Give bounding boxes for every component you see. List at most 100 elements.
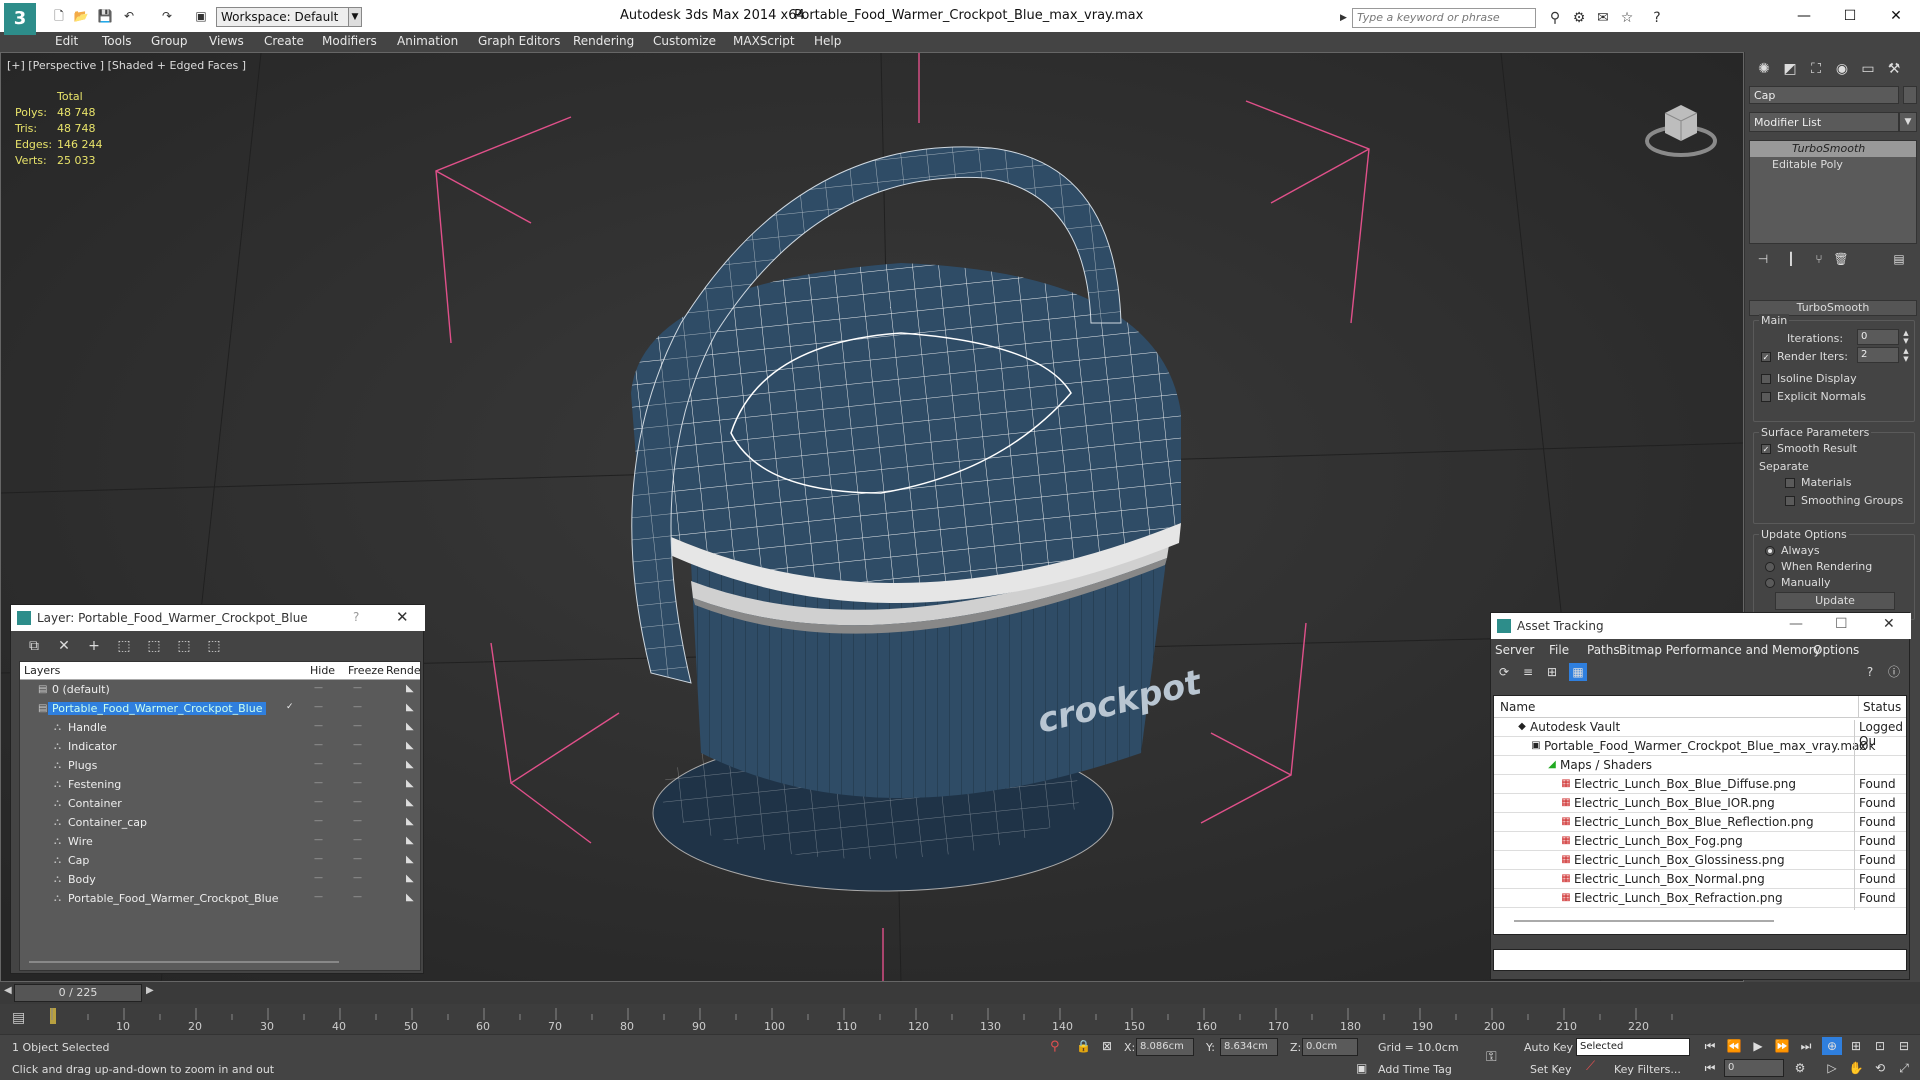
key-mode-toggle-icon[interactable]: ⏮ (1700, 1059, 1720, 1077)
asset-menu-server[interactable]: Server (1495, 643, 1534, 657)
stack-item-turbosmooth[interactable]: TurboSmooth (1750, 141, 1916, 157)
track-bar[interactable]: ▤ 10 20 30 40 50 60 70 80 90 100 110 120… (0, 1004, 1920, 1034)
orbit-icon[interactable]: ⟲ (1870, 1059, 1890, 1077)
chevron-right-icon[interactable]: ▶ (146, 985, 154, 996)
always-radio[interactable] (1765, 546, 1775, 556)
chevron-down-icon[interactable]: ▼ (348, 7, 362, 27)
object-name-field[interactable]: Cap (1749, 86, 1899, 104)
auto-key-button[interactable]: Auto Key (1524, 1041, 1573, 1054)
set-key-icon[interactable]: ⟋ (1586, 1059, 1595, 1074)
play-icon[interactable]: ▶ (1748, 1037, 1768, 1055)
layer-dialog-titlebar[interactable]: Layer: Portable_Food_Warmer_Crockpot_Blu… (11, 605, 425, 631)
asset-row[interactable]: ▣ Portable_Food_Warmer_Crockpot_Blue_max_… (1494, 737, 1906, 758)
minimize-button[interactable]: — (1784, 4, 1824, 28)
lock-icon[interactable]: 🔒 (1076, 1039, 1091, 1053)
menu-help[interactable]: Help (814, 34, 841, 48)
chevron-down-icon[interactable]: ▼ (1899, 112, 1917, 132)
previous-frame-icon[interactable]: ⏪ (1724, 1037, 1744, 1055)
minimize-icon[interactable]: — (1789, 616, 1803, 632)
search-input[interactable]: Type a keyword or phrase (1352, 8, 1536, 28)
asset-row[interactable]: ◢ Maps / Shaders (1494, 756, 1906, 777)
help-icon[interactable]: ? (1861, 663, 1879, 681)
y-coordinate-field[interactable]: 8.634cm (1220, 1038, 1278, 1056)
column-name[interactable]: Name (1500, 700, 1535, 714)
motion-tab-icon[interactable]: ◉ (1831, 58, 1853, 80)
workspace-selector[interactable]: Workspace: Default (216, 7, 356, 27)
menu-tools[interactable]: Tools (102, 34, 132, 48)
curve-editor-icon[interactable]: ▤ (12, 1010, 25, 1026)
zoom-extents-all-icon[interactable]: ⊟ (1894, 1037, 1914, 1055)
asset-row[interactable]: ▦ Electric_Lunch_Box_Blue_Reflection.png F… (1494, 813, 1906, 834)
stack-item-editable-poly[interactable]: Editable Poly (1750, 157, 1916, 173)
utilities-tab-icon[interactable]: ⚒ (1883, 58, 1905, 80)
refresh-icon[interactable]: ⟳ (1495, 663, 1513, 681)
asset-menu-options[interactable]: Options (1813, 643, 1859, 657)
save-file-icon[interactable]: 💾 (96, 8, 114, 24)
update-button[interactable]: Update (1775, 592, 1895, 610)
time-tag-icon[interactable]: ▣ (1356, 1061, 1367, 1075)
maximize-icon[interactable]: ☐ (1835, 616, 1848, 632)
key-filters-button[interactable]: Key Filters... (1614, 1063, 1681, 1076)
asset-row[interactable]: ▦ Electric_Lunch_Box_Blue_IOR.png Found (1494, 794, 1906, 815)
menu-animation[interactable]: Animation (397, 34, 458, 48)
app-logo-icon[interactable]: 3 (4, 3, 36, 35)
list-view-icon[interactable]: ≡ (1519, 663, 1537, 681)
horizontal-scrollbar[interactable] (1514, 920, 1774, 922)
column-layers[interactable]: Layers (24, 664, 60, 677)
absolute-mode-icon[interactable]: ⊠ (1102, 1039, 1112, 1053)
menu-create[interactable]: Create (264, 34, 304, 48)
horizontal-scrollbar[interactable] (29, 961, 339, 963)
layer-row[interactable]: ⛬ Cap — — ◣ (20, 852, 420, 871)
spinner-arrows-icon[interactable]: ▲ ▼ (1901, 329, 1911, 345)
field-of-view-icon[interactable]: ▷ (1822, 1059, 1842, 1077)
table-view-icon[interactable]: ▦ (1569, 663, 1587, 681)
menu-views[interactable]: Views (209, 34, 244, 48)
asset-path-field[interactable] (1493, 949, 1907, 971)
modifier-list-dropdown[interactable]: Modifier List (1749, 112, 1899, 132)
layer-row[interactable]: ▤ Portable_Food_Warmer_Crockpot_Blue ✓ — — ◣ (20, 700, 420, 719)
explicit-normals-checkbox[interactable] (1761, 392, 1771, 402)
spinner-arrows-icon[interactable]: ▲ ▼ (1901, 347, 1911, 363)
asset-menu-file[interactable]: File (1549, 643, 1569, 657)
pan-icon[interactable]: ✋ (1846, 1059, 1866, 1077)
time-config-icon[interactable]: ⚙ (1790, 1059, 1810, 1077)
set-key-button[interactable]: Set Key (1530, 1063, 1572, 1076)
manually-radio[interactable] (1765, 578, 1775, 588)
asset-row[interactable]: ▦ Electric_Lunch_Box_Normal.png Found (1494, 870, 1906, 891)
menu-customize[interactable]: Customize (653, 34, 716, 48)
isoline-display-checkbox[interactable] (1761, 374, 1771, 384)
maximize-button[interactable]: ☐ (1830, 4, 1870, 28)
asset-menu-bitmap[interactable]: Bitmap Performance and Memory (1619, 643, 1821, 657)
menu-maxscript[interactable]: MAXScript (733, 34, 795, 48)
menu-rendering[interactable]: Rendering (573, 34, 634, 48)
menu-modifiers[interactable]: Modifiers (322, 34, 377, 48)
x-coordinate-field[interactable]: 8.086cm (1136, 1038, 1194, 1056)
freeze-all-layers-icon[interactable]: ⬚ (205, 637, 223, 655)
configure-sets-icon[interactable]: ▤ (1889, 252, 1909, 270)
layer-row[interactable]: ⛬ Body — — ◣ (20, 871, 420, 890)
viewport-label[interactable]: [+] [Perspective ] [Shaded + Edged Faces… (7, 59, 246, 72)
maximize-viewport-icon[interactable]: ⤢ (1894, 1059, 1914, 1077)
render-iters-spinner[interactable]: 2 (1857, 347, 1899, 363)
display-tab-icon[interactable]: ▭ (1857, 58, 1879, 80)
z-coordinate-field[interactable]: 0.0cm (1302, 1038, 1358, 1056)
make-unique-icon[interactable]: ⑂ (1809, 252, 1829, 270)
asset-menu-paths[interactable]: Paths (1587, 643, 1620, 657)
zoom-icon[interactable]: ⊕ (1822, 1037, 1842, 1055)
isolate-icon[interactable]: ⚲ (1050, 1039, 1060, 1054)
modify-tab-icon[interactable]: ◩ (1779, 58, 1801, 80)
when-rendering-radio[interactable] (1765, 562, 1775, 572)
render-iters-checkbox[interactable]: ✓ (1761, 352, 1771, 362)
layer-row[interactable]: ⛬ Plugs — — ◣ (20, 757, 420, 776)
help-icon[interactable]: ? (1648, 9, 1666, 27)
hide-all-layers-icon[interactable]: ⬚ (175, 637, 193, 655)
add-time-tag[interactable]: Add Time Tag (1378, 1063, 1452, 1076)
asset-row[interactable]: ▦ Electric_Lunch_Box_Fog.png Found (1494, 832, 1906, 853)
project-folder-icon[interactable]: ▣ (192, 8, 210, 24)
key-icon[interactable]: ⚿ (1486, 1049, 1497, 1065)
menu-edit[interactable]: Edit (55, 34, 78, 48)
asset-row[interactable]: ▦ Electric_Lunch_Box_Blue_Diffuse.png Foun… (1494, 775, 1906, 796)
layer-row[interactable]: ⛬ Portable_Food_Warmer_Crockpot_Blue — — ◣ (20, 890, 420, 909)
viewcube-icon[interactable] (1641, 83, 1721, 163)
info-icon[interactable]: ⓘ (1885, 663, 1903, 681)
